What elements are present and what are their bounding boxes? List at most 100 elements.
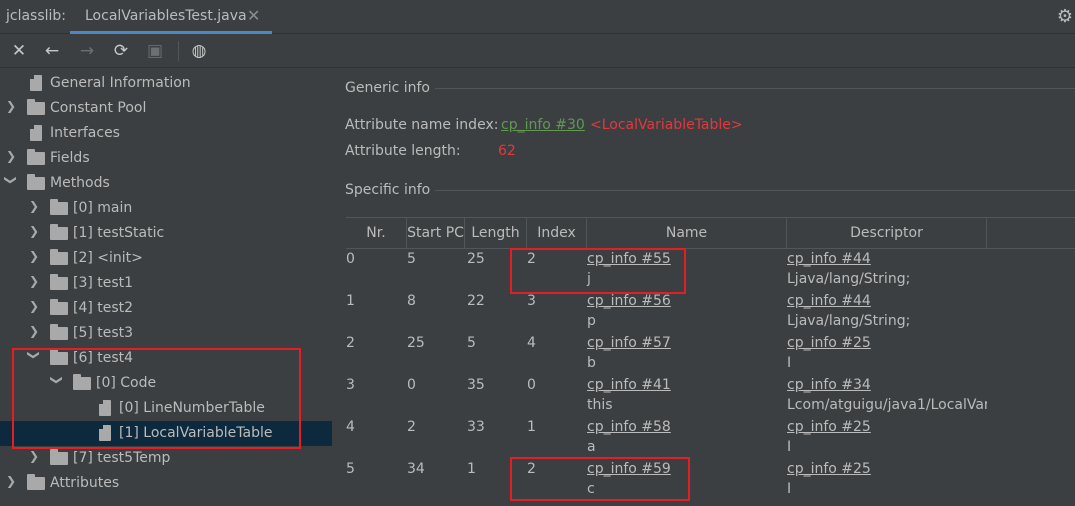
attribute-name-index-link[interactable]: cp_info #30 <box>501 117 585 133</box>
folder-icon <box>50 299 68 315</box>
tree-item-fields[interactable]: ❯ Fields <box>0 146 332 171</box>
cell-name-link[interactable]: cp_info #57 <box>587 335 671 351</box>
chevron-right-icon[interactable]: ❯ <box>6 474 18 488</box>
column-header-name[interactable]: Name <box>587 218 787 249</box>
tree-item-label: Attributes <box>50 475 120 491</box>
column-header-descriptor[interactable]: Descriptor <box>787 218 987 249</box>
annotation-highlight-box <box>12 348 301 449</box>
tree-item-interfaces[interactable]: Interfaces <box>0 121 332 146</box>
tree-item-methods[interactable]: ❯ Methods <box>0 171 332 196</box>
tree-item-label: [0] main <box>73 200 133 216</box>
chevron-right-icon[interactable]: ❯ <box>29 299 41 313</box>
cell-name-link[interactable]: cp_info #56 <box>587 293 671 309</box>
tree-item-method-teststatic[interactable]: ❯ [1] testStatic <box>0 221 332 246</box>
tree-item-label: [5] test3 <box>73 325 134 341</box>
cell-start-pc: 8 <box>407 293 416 309</box>
cell-start-pc: 0 <box>407 377 416 393</box>
section-divider <box>435 190 1075 191</box>
cell-nr: 3 <box>346 377 355 393</box>
cell-start-pc: 5 <box>407 251 416 267</box>
tree-item-label: [7] test5Temp <box>73 450 171 466</box>
folder-icon <box>50 224 68 240</box>
cell-name-link[interactable]: cp_info #41 <box>587 377 671 393</box>
refresh-icon[interactable]: ⟳ <box>110 40 132 62</box>
cell-length: 25 <box>467 251 485 267</box>
tool-window-prefix: jclasslib: <box>6 8 67 24</box>
chevron-right-icon[interactable]: ❯ <box>6 99 18 113</box>
tree-item-label: General Information <box>50 75 191 91</box>
tree-item-method-main[interactable]: ❯ [0] main <box>0 196 332 221</box>
chevron-right-icon[interactable]: ❯ <box>29 249 41 263</box>
tree-item-label: [4] test2 <box>73 300 134 316</box>
cell-name: b <box>587 355 596 371</box>
column-header-nr[interactable]: Nr. <box>346 218 407 249</box>
cell-descriptor-link[interactable]: cp_info #25 <box>787 419 871 435</box>
tree-item-attributes[interactable]: ❯ Attributes <box>0 471 332 496</box>
tree-item-method-test5temp[interactable]: ❯ [7] test5Temp <box>0 446 332 471</box>
local-variable-table: Nr. Start PC Length Index Name Descripto… <box>346 217 1075 506</box>
tree-item-label: Interfaces <box>50 125 120 141</box>
cell-nr: 4 <box>346 419 355 435</box>
folder-icon <box>50 274 68 290</box>
tree-item-constant-pool[interactable]: ❯ Constant Pool <box>0 96 332 121</box>
tree-item-label: Fields <box>50 150 90 166</box>
gear-icon[interactable]: ⚙ <box>1057 6 1073 27</box>
cell-descriptor: Lcom/atguigu/java1/LocalVar <box>787 397 987 413</box>
document-icon <box>30 125 42 141</box>
column-header-start-pc[interactable]: Start PC <box>407 218 465 249</box>
cell-nr: 2 <box>346 335 355 351</box>
cell-descriptor-link[interactable]: cp_info #25 <box>787 461 871 477</box>
browser-icon[interactable]: ◍ <box>188 40 210 62</box>
cell-descriptor-link[interactable]: cp_info #44 <box>787 251 871 267</box>
chevron-right-icon[interactable]: ❯ <box>6 149 18 163</box>
editor-tab-bar: jclasslib: LocalVariablesTest.java ✕ ⚙ <box>0 0 1075 34</box>
tree-item-label: Constant Pool <box>50 100 147 116</box>
tab-localvariablestest[interactable]: LocalVariablesTest.java ✕ <box>70 0 272 34</box>
toolbar: ✕ ← → ⟳ ▣ ◍ <box>0 35 1075 68</box>
column-header-index[interactable]: Index <box>527 218 587 249</box>
chevron-down-icon[interactable]: ❯ <box>4 175 18 187</box>
chevron-right-icon[interactable]: ❯ <box>29 324 41 338</box>
cell-start-pc: 34 <box>407 461 425 477</box>
folder-icon <box>27 174 45 190</box>
tree-item-method-init[interactable]: ❯ [2] <init> <box>0 246 332 271</box>
tree-item-method-test1[interactable]: ❯ [3] test1 <box>0 271 332 296</box>
cell-name-link[interactable]: cp_info #58 <box>587 419 671 435</box>
cell-descriptor: Ljava/lang/String; <box>787 313 911 329</box>
cell-start-pc: 2 <box>407 419 416 435</box>
cell-descriptor-link[interactable]: cp_info #34 <box>787 377 871 393</box>
column-header-length[interactable]: Length <box>465 218 527 249</box>
cell-nr: 1 <box>346 293 355 309</box>
chevron-right-icon[interactable]: ❯ <box>29 199 41 213</box>
chevron-right-icon[interactable]: ❯ <box>29 449 41 463</box>
tree-item-label: [2] <init> <box>73 250 143 266</box>
cell-descriptor: Ljava/lang/String; <box>787 271 911 287</box>
annotation-highlight-box <box>510 457 690 501</box>
back-icon[interactable]: ← <box>41 40 63 62</box>
folder-icon <box>50 449 68 465</box>
tree-item-general-information[interactable]: General Information <box>0 71 332 96</box>
close-tab-icon[interactable]: ✕ <box>247 6 260 25</box>
cell-descriptor: I <box>787 355 792 371</box>
attribute-name-index-value: <LocalVariableTable> <box>590 117 743 133</box>
tree-item-method-test2[interactable]: ❯ [4] test2 <box>0 296 332 321</box>
cell-descriptor: I <box>787 481 792 497</box>
cell-nr: 5 <box>346 461 355 477</box>
chevron-right-icon[interactable]: ❯ <box>29 274 41 288</box>
cell-index: 0 <box>527 377 536 393</box>
table-header: Nr. Start PC Length Index Name Descripto… <box>346 217 1075 249</box>
tree-item-label: [1] testStatic <box>73 225 165 241</box>
cell-descriptor-link[interactable]: cp_info #44 <box>787 293 871 309</box>
tree-item-method-test3[interactable]: ❯ [5] test3 <box>0 321 332 346</box>
chevron-right-icon[interactable]: ❯ <box>29 224 41 238</box>
cell-descriptor-link[interactable]: cp_info #25 <box>787 335 871 351</box>
folder-icon <box>27 474 45 490</box>
forward-icon[interactable]: → <box>76 40 98 62</box>
close-icon[interactable]: ✕ <box>8 40 30 62</box>
save-icon[interactable]: ▣ <box>144 40 166 62</box>
cell-name: a <box>587 439 596 455</box>
cell-length: 35 <box>467 377 485 393</box>
tree-item-label: [3] test1 <box>73 275 134 291</box>
toolbar-separator <box>178 41 179 61</box>
cell-name: p <box>587 313 596 329</box>
